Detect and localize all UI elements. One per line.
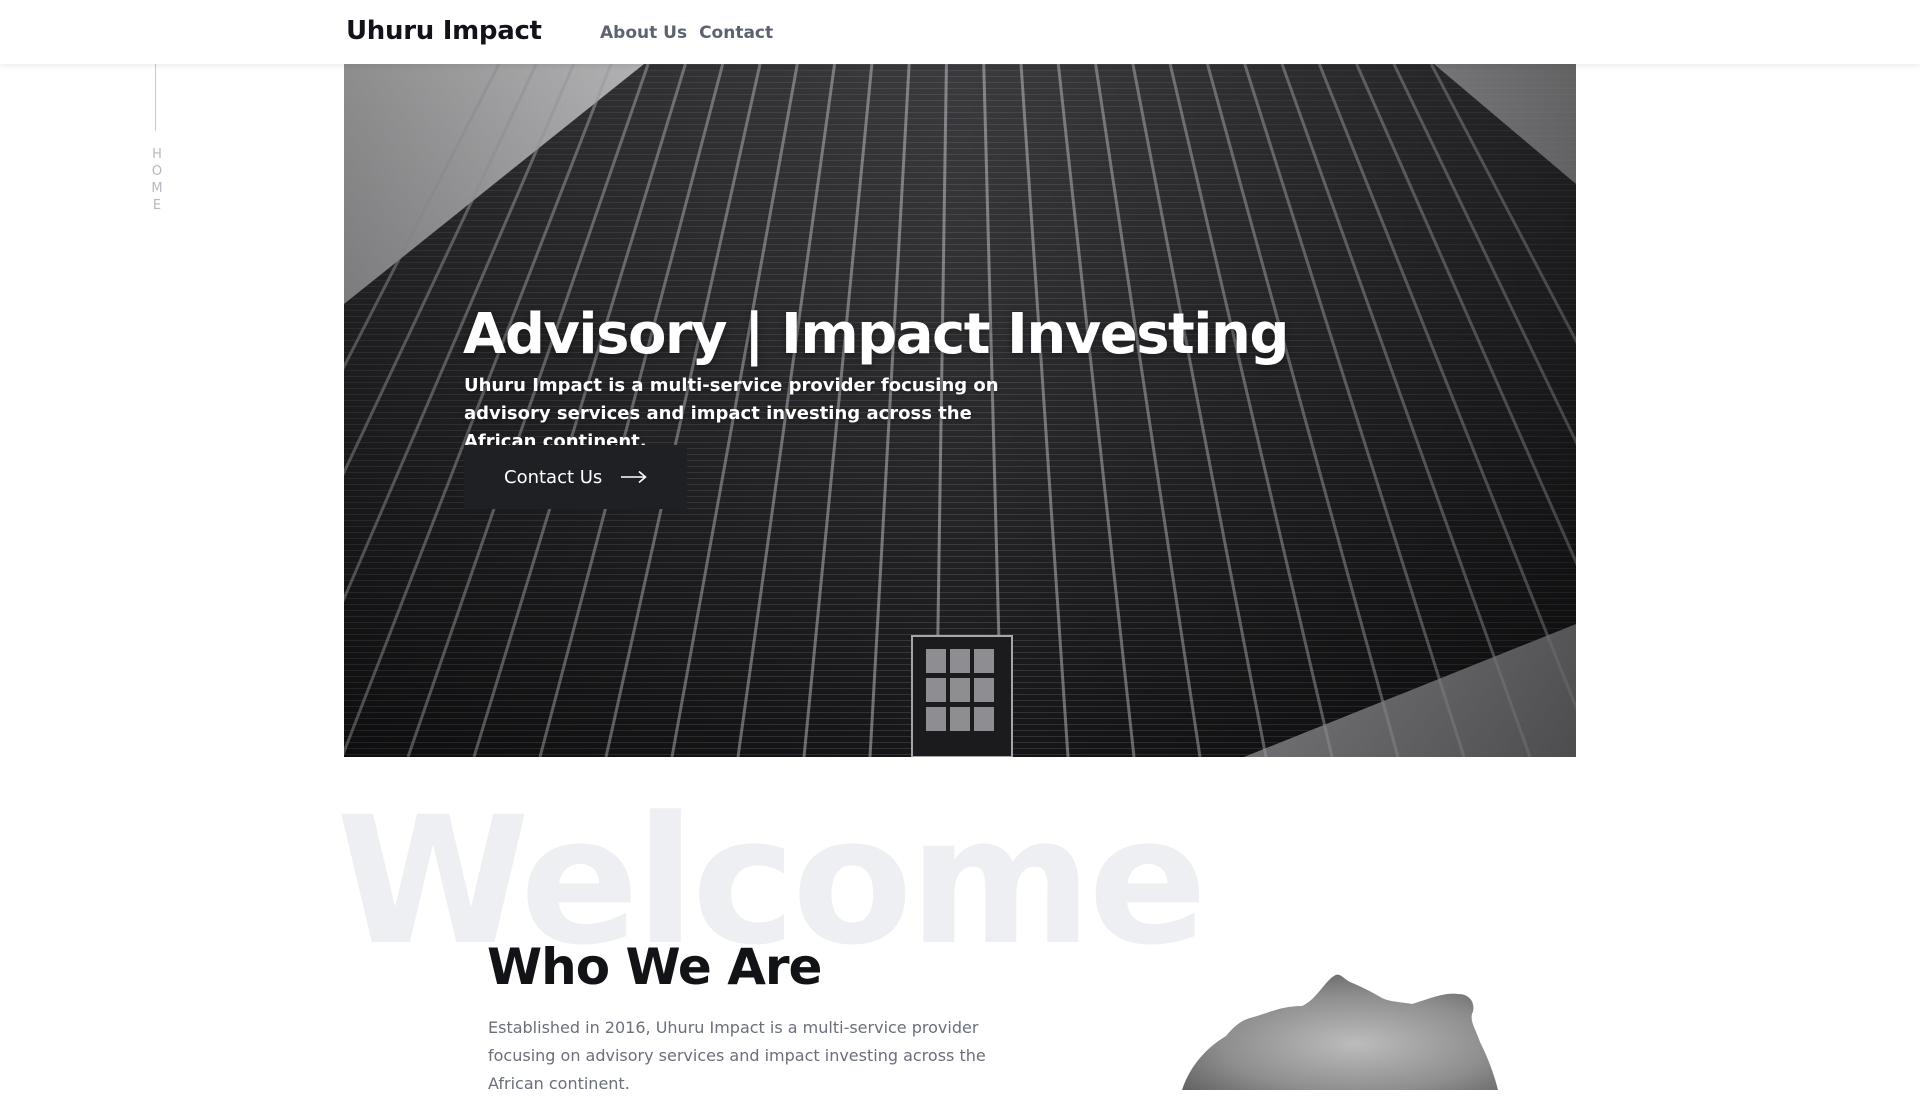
side-indicator-letter: O — [151, 164, 163, 179]
nav-link-contact[interactable]: Contact — [699, 23, 773, 43]
hero-section: Advisory | Impact Investing Uhuru Impact… — [344, 64, 1576, 757]
hero-subtitle: Uhuru Impact is a multi-service provider… — [464, 375, 999, 452]
nav-link-about-us[interactable]: About Us — [600, 23, 687, 43]
hero-title: Advisory | Impact Investing — [463, 302, 1289, 367]
site-logo[interactable]: Uhuru Impact — [346, 16, 542, 46]
who-we-are-text: Established in 2016, Uhuru Impact is a m… — [488, 1018, 986, 1093]
contact-us-button[interactable]: Contact Us — [464, 445, 687, 509]
side-indicator-letter: E — [152, 198, 162, 213]
main-nav: About Us Contact — [600, 23, 773, 43]
side-indicator-label: H O M E — [150, 146, 164, 214]
site-header: Uhuru Impact About Us Contact — [0, 0, 1920, 64]
side-indicator-letter: H — [152, 147, 162, 162]
side-indicator-line — [155, 64, 156, 131]
contact-us-button-label: Contact Us — [504, 466, 603, 488]
who-we-are-title: Who We Are — [487, 938, 822, 996]
side-indicator-letter: M — [151, 181, 163, 196]
africa-map-image — [1182, 974, 1498, 1090]
window-box — [911, 635, 1013, 757]
arrow-right-icon — [620, 470, 648, 484]
